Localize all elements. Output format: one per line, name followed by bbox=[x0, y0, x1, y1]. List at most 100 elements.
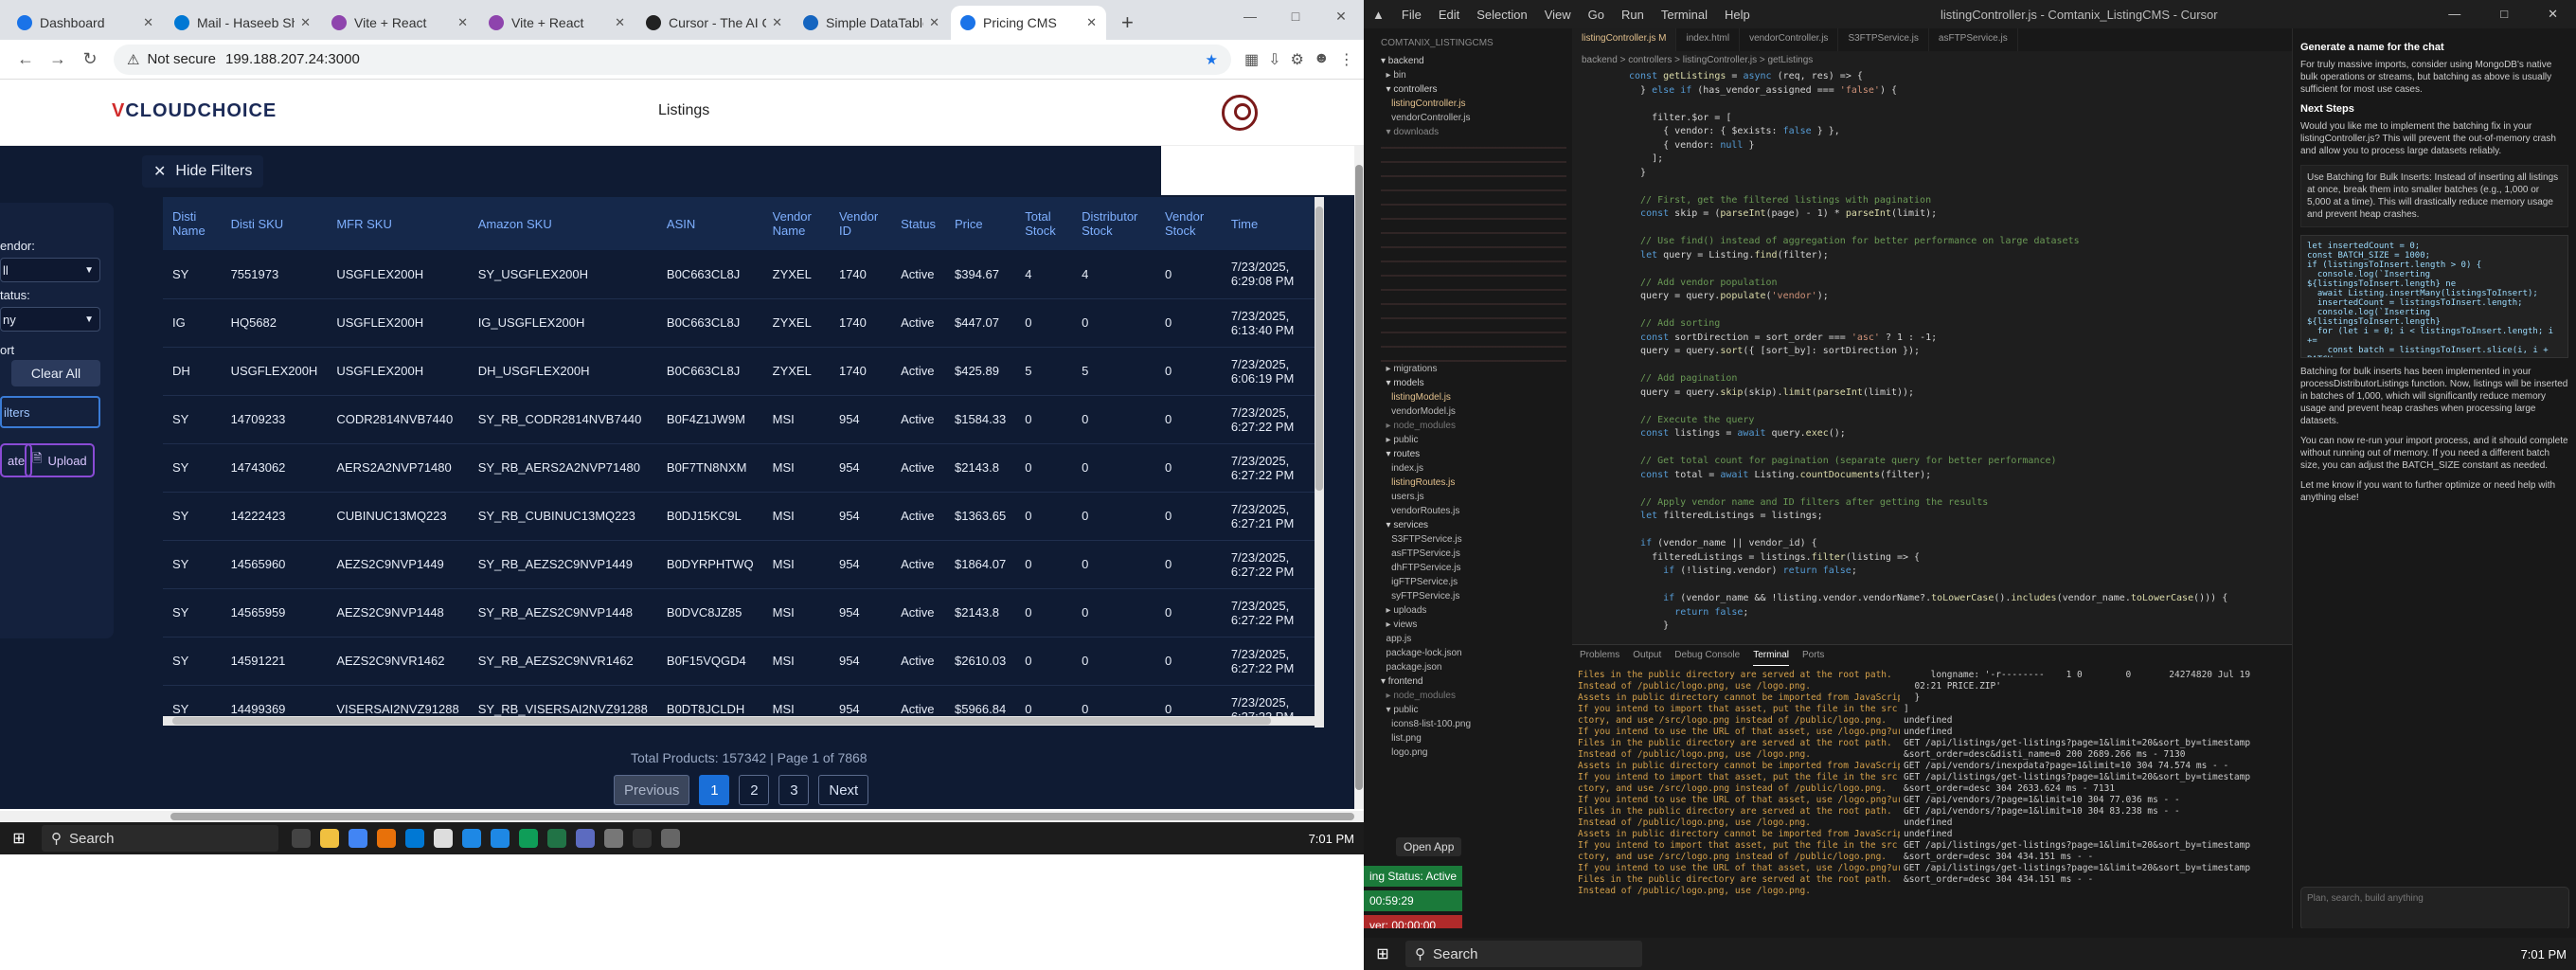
file-listingcontroller[interactable]: listingController.js bbox=[1381, 99, 1566, 113]
folder-backend[interactable]: ▾ backend bbox=[1381, 56, 1566, 70]
terminal-backend[interactable]: longname: '-r-------- 1 0 0 24274820 Jul… bbox=[1904, 670, 2263, 907]
chat-input[interactable]: Plan, search, build anything bbox=[2300, 887, 2569, 930]
menu-run[interactable]: Run bbox=[1621, 8, 1644, 22]
table-row[interactable]: SY 14222423 CUBINUC13MQ223 SY_RB_CUBINUC13M… bbox=[163, 492, 1315, 541]
table-row[interactable]: SY 7551973 USGFLEX200H SY_USGFLEX200H B0C663… bbox=[163, 250, 1315, 299]
browser-tab[interactable]: Simple DataTable ✕ bbox=[794, 6, 949, 40]
menu-edit[interactable]: Edit bbox=[1439, 8, 1459, 22]
code-content[interactable]: const getListings = async (req, res) => … bbox=[1572, 70, 2292, 661]
file-service[interactable]: dhFTPService.js bbox=[1381, 563, 1566, 577]
file-listingroutes[interactable]: listingRoutes.js bbox=[1381, 477, 1566, 492]
file-service[interactable]: syFTPService.js bbox=[1381, 591, 1566, 605]
editor-tab[interactable]: listingController.js M bbox=[1572, 28, 1677, 51]
reload-icon[interactable]: ↻ bbox=[74, 49, 106, 69]
minimize-icon[interactable]: — bbox=[1227, 0, 1273, 32]
browser-tab[interactable]: Mail - Haseeb Sha ✕ bbox=[165, 6, 320, 40]
tab-ports[interactable]: Ports bbox=[1802, 645, 1824, 666]
folder-controllers[interactable]: ▾ controllers bbox=[1381, 84, 1566, 99]
folder-migrations[interactable]: ▸ migrations bbox=[1381, 364, 1566, 378]
url-text[interactable]: 199.188.207.24:3000 bbox=[225, 51, 360, 67]
browser-tab[interactable]: Pricing CMS ✕ bbox=[951, 6, 1106, 40]
tab-terminal[interactable]: Terminal bbox=[1753, 645, 1790, 666]
new-tab-button[interactable]: + bbox=[1108, 6, 1147, 40]
table-row[interactable]: SY 14743062 AERS2A2NVP71480 SY_RB_AERS2A2NV… bbox=[163, 443, 1315, 493]
file-package-lock[interactable]: package-lock.json bbox=[1381, 648, 1566, 662]
editor-tab[interactable]: S3FTPService.js bbox=[1838, 28, 1929, 51]
table-row[interactable]: IG HQ5682 USGFLEX200H IG_USGFLEX200H B0C663C… bbox=[163, 298, 1315, 348]
status-filter-select[interactable]: ny ▼ bbox=[0, 307, 100, 332]
file-image[interactable]: icons8-list-100.png bbox=[1381, 719, 1566, 733]
menu-file[interactable]: File bbox=[1402, 8, 1422, 22]
menu-help[interactable]: Help bbox=[1725, 8, 1750, 22]
folder-uploads[interactable]: ▸ uploads bbox=[1381, 605, 1566, 620]
taskbar-clock[interactable]: 7:01 PM bbox=[1309, 832, 1354, 846]
column-header[interactable]: Disti Name bbox=[163, 197, 222, 250]
taskbar-search[interactable]: ⚲ Search bbox=[42, 825, 278, 852]
table-row[interactable]: SY 14565959 AEZS2C9NVP1448 SY_RB_AEZS2C9NVP… bbox=[163, 588, 1315, 638]
puzzle-icon[interactable]: ⚙ bbox=[1291, 50, 1304, 69]
table-horizontal-scrollbar[interactable] bbox=[163, 716, 1324, 726]
column-header[interactable]: Disti SKU bbox=[221, 197, 328, 250]
close-icon[interactable]: ✕ bbox=[457, 15, 468, 30]
minimize-icon[interactable]: — bbox=[2448, 7, 2460, 22]
user-avatar-icon[interactable] bbox=[1222, 95, 1258, 131]
file-vendormodel[interactable]: vendorModel.js bbox=[1381, 406, 1566, 421]
column-header[interactable]: Amazon SKU bbox=[468, 197, 657, 250]
maximize-icon[interactable]: □ bbox=[2500, 7, 2508, 22]
menu-selection[interactable]: Selection bbox=[1476, 8, 1527, 22]
browser-tab[interactable]: Vite + React ✕ bbox=[322, 6, 477, 40]
close-icon[interactable]: ✕ bbox=[1318, 0, 1364, 32]
file-explorer-icon[interactable] bbox=[320, 829, 339, 848]
close-icon[interactable]: ✕ bbox=[300, 15, 311, 30]
file-service[interactable]: asFTPService.js bbox=[1381, 548, 1566, 563]
editor-tab[interactable]: asFTPService.js bbox=[1929, 28, 2018, 51]
file-vendorroutes[interactable]: vendorRoutes.js bbox=[1381, 506, 1566, 520]
vscode-icon[interactable] bbox=[576, 829, 595, 848]
app-icon[interactable] bbox=[462, 829, 481, 848]
apply-filters-button[interactable]: ilters bbox=[0, 396, 100, 428]
clear-all-button[interactable]: Clear All bbox=[11, 360, 100, 386]
next-page-button[interactable]: Next bbox=[818, 775, 869, 805]
tab-debug-console[interactable]: Debug Console bbox=[1674, 645, 1740, 666]
address-bar[interactable]: ⚠ Not secure 199.188.207.24:3000 ★ bbox=[114, 44, 1231, 75]
folder-downloads[interactable]: ▾ downloads bbox=[1381, 127, 1566, 141]
browser-tab[interactable]: Vite + React ✕ bbox=[479, 6, 635, 40]
close-icon[interactable]: ✕ bbox=[772, 15, 782, 30]
previous-page-button[interactable]: Previous bbox=[614, 775, 690, 805]
downloads-icon[interactable]: ⇩ bbox=[1268, 50, 1280, 69]
table-row[interactable]: SY 14709233 CODR2814NVB7440 SY_RB_CODR2814N… bbox=[163, 395, 1315, 444]
excel-icon[interactable] bbox=[547, 829, 566, 848]
cloudchoice-logo[interactable]: VCLOUDCHOICE bbox=[112, 100, 277, 122]
vendor-filter-select[interactable]: ll ▼ bbox=[0, 258, 100, 282]
folder-public[interactable]: ▸ public bbox=[1381, 435, 1566, 449]
chrome-icon[interactable] bbox=[349, 829, 367, 848]
file-app[interactable]: app.js bbox=[1381, 634, 1566, 648]
menu-icon[interactable]: ⋮ bbox=[1339, 50, 1354, 69]
profile-icon[interactable]: ☻ bbox=[1314, 50, 1330, 69]
menu-view[interactable]: View bbox=[1545, 8, 1571, 22]
folder-services[interactable]: ▾ services bbox=[1381, 520, 1566, 534]
browser-tab[interactable]: Cursor - The AI Co ✕ bbox=[636, 6, 792, 40]
taskbar-search[interactable]: ⚲ Search bbox=[1405, 941, 1642, 967]
close-icon[interactable]: ✕ bbox=[1086, 15, 1097, 30]
menu-go[interactable]: Go bbox=[1588, 8, 1604, 22]
settings-icon[interactable] bbox=[604, 829, 623, 848]
column-header[interactable]: Status bbox=[891, 197, 945, 250]
folder-models[interactable]: ▾ models bbox=[1381, 378, 1566, 392]
extension-icon[interactable]: ▦ bbox=[1244, 50, 1259, 69]
close-icon[interactable]: ✕ bbox=[143, 15, 153, 30]
table-row[interactable]: SY 14591221 AEZS2C9NVR1462 SY_RB_AEZS2C9NVR… bbox=[163, 637, 1315, 686]
forward-icon[interactable]: → bbox=[42, 49, 74, 69]
tab-output[interactable]: Output bbox=[1633, 645, 1661, 666]
code-editor[interactable]: listingController.js M index.html vendor… bbox=[1572, 28, 2481, 663]
column-header[interactable]: Vendor Name bbox=[762, 197, 830, 250]
page-1-button[interactable]: 1 bbox=[699, 775, 730, 805]
app-icon[interactable] bbox=[519, 829, 538, 848]
app-icon[interactable] bbox=[434, 829, 453, 848]
table-row[interactable]: SY 14565960 AEZS2C9NVP1449 SY_RB_AEZS2C9NVP… bbox=[163, 540, 1315, 589]
upload-button[interactable]: 🗎 Upload bbox=[25, 443, 95, 477]
column-header[interactable]: Distributor Stock bbox=[1072, 197, 1155, 250]
maximize-icon[interactable]: □ bbox=[1273, 0, 1318, 32]
terminal-frontend[interactable]: Files in the public directory are served… bbox=[1578, 670, 1900, 907]
close-icon[interactable]: ✕ bbox=[615, 15, 625, 30]
